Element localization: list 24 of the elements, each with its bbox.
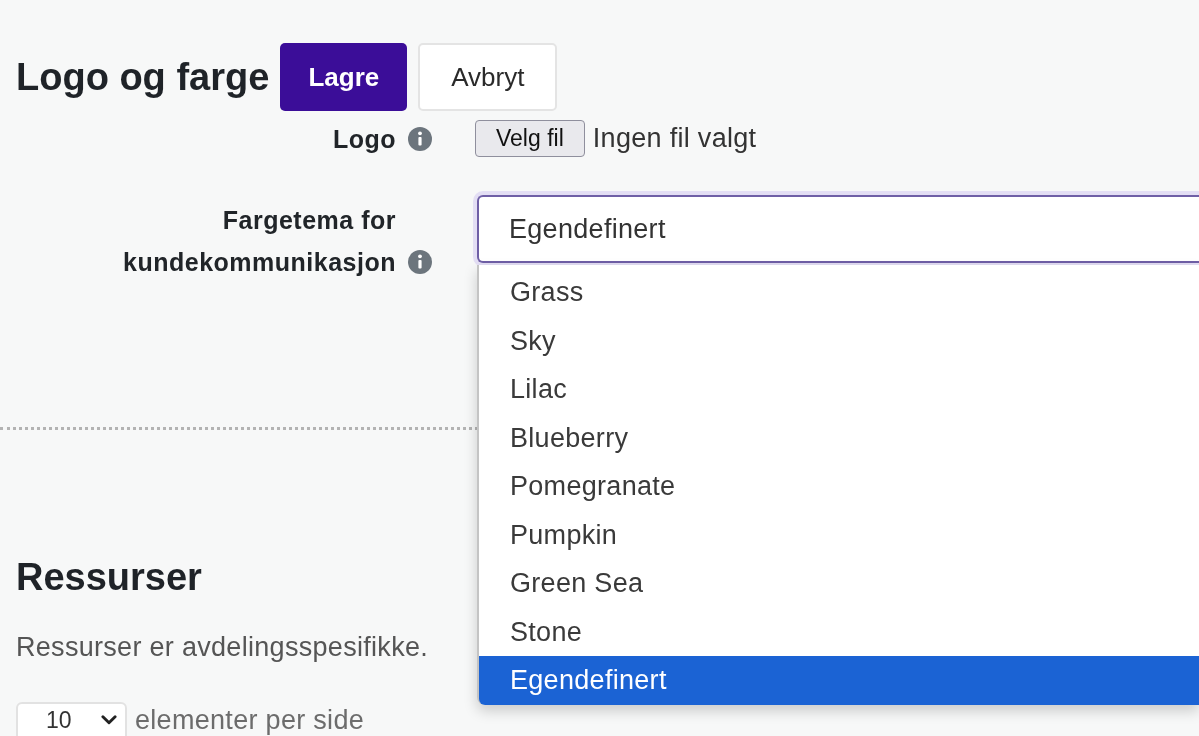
info-icon xyxy=(408,126,432,151)
dropdown-option[interactable]: Blueberry xyxy=(479,413,1199,462)
dropdown-option[interactable]: Stone xyxy=(479,607,1199,656)
file-status-text: Ingen fil valgt xyxy=(592,122,757,156)
section-title: Logo og farge xyxy=(16,55,270,100)
dropdown-option[interactable]: Grass xyxy=(479,268,1199,317)
dropdown-option[interactable]: Egendefinert xyxy=(479,656,1199,705)
chevron-down-icon xyxy=(101,715,117,726)
dropdown-option[interactable]: Pomegranate xyxy=(479,462,1199,511)
dropdown-option[interactable]: Green Sea xyxy=(479,559,1199,608)
field-label: Logo xyxy=(332,123,396,155)
dropdown-option[interactable]: Lilac xyxy=(479,365,1199,414)
save-button[interactable]: Lagre xyxy=(280,43,408,111)
page-size-select[interactable]: 10 xyxy=(16,702,127,736)
choose-file-button[interactable]: Velg fil xyxy=(475,120,585,157)
field-label: Fargetema for kundekommunikasjon xyxy=(122,205,396,278)
page-size-label: elementer per side xyxy=(135,704,365,736)
section-description: Ressurser er avdelingsspesifikke. xyxy=(16,631,429,664)
dropdown-option[interactable]: Pumpkin xyxy=(479,510,1199,559)
cancel-button[interactable]: Avbryt xyxy=(418,43,558,111)
color-theme-select[interactable]: Egendefinert xyxy=(477,195,1199,263)
info-icon xyxy=(408,250,432,274)
dropdown-option[interactable]: Sky xyxy=(479,316,1199,365)
section-title: Ressurser xyxy=(16,555,202,600)
